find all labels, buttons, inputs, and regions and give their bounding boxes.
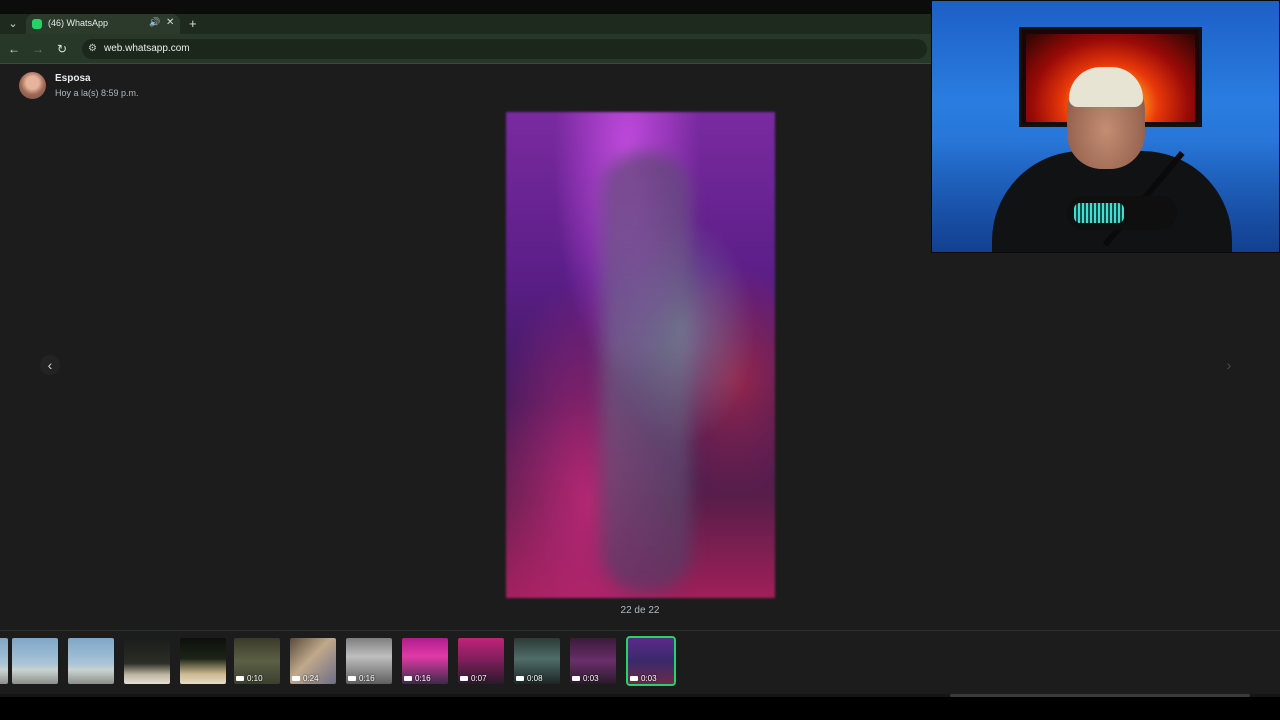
thumbnail[interactable]: 0:07 — [458, 638, 504, 684]
thumbnail-selected[interactable]: 0:03 — [626, 636, 676, 686]
thumbnail[interactable]: 0:08 — [514, 638, 560, 684]
site-info-icon[interactable]: ⚙ — [88, 43, 97, 54]
video-camera-icon — [404, 676, 412, 682]
video-duration: 0:03 — [572, 674, 599, 683]
video-duration: 0:08 — [516, 674, 543, 683]
thumbnail[interactable] — [12, 638, 58, 684]
thumbnail[interactable] — [180, 638, 226, 684]
tab-strip: ⌄ (46) WhatsApp 🔊 ✕ + — [0, 14, 931, 34]
video-duration-text: 0:03 — [583, 674, 599, 683]
thumbnail[interactable]: 0:10 — [234, 638, 280, 684]
horizontal-scrollbar[interactable] — [0, 694, 1280, 697]
whatsapp-favicon-icon — [32, 19, 42, 29]
video-duration-text: 0:16 — [415, 674, 431, 683]
video-camera-icon — [292, 676, 300, 682]
avatar[interactable] — [19, 72, 46, 99]
thumbnail[interactable]: 0:16 — [402, 638, 448, 684]
thumbnail[interactable] — [0, 638, 8, 684]
video-duration-text: 0:08 — [527, 674, 543, 683]
video-duration: 0:16 — [348, 674, 375, 683]
back-button[interactable]: ← — [6, 41, 22, 57]
video-duration: 0:07 — [460, 674, 487, 683]
video-duration: 0:10 — [236, 674, 263, 683]
media-counter: 22 de 22 — [620, 605, 660, 616]
video-camera-icon — [348, 676, 356, 682]
speaker-icon[interactable]: 🔊 — [149, 17, 160, 28]
video-duration-text: 0:07 — [471, 674, 487, 683]
page-bottom-bar — [0, 694, 1280, 720]
tab-whatsapp[interactable]: (46) WhatsApp 🔊 ✕ — [26, 14, 180, 34]
video-camera-icon — [516, 676, 524, 682]
thumbnail[interactable] — [124, 638, 170, 684]
video-duration: 0:03 — [630, 674, 657, 683]
thumbnail[interactable]: 0:24 — [290, 638, 336, 684]
video-camera-icon — [236, 676, 244, 682]
microphone-grille — [1074, 203, 1124, 223]
forward-button[interactable]: → — [30, 41, 46, 57]
url-text[interactable]: web.whatsapp.com — [104, 43, 190, 54]
new-tab-button[interactable]: + — [189, 16, 197, 31]
thumbnail[interactable]: 0:16 — [346, 638, 392, 684]
thumbnail[interactable]: 0:03 — [570, 638, 616, 684]
address-bar[interactable]: ⚙ web.whatsapp.com — [82, 39, 927, 59]
tab-title: (46) WhatsApp — [48, 18, 109, 28]
scrollbar-thumb[interactable] — [950, 694, 1250, 697]
video-duration: 0:16 — [404, 674, 431, 683]
video-duration-text: 0:10 — [247, 674, 263, 683]
video-duration: 0:24 — [292, 674, 319, 683]
video-duration-text: 0:16 — [359, 674, 375, 683]
media-subject — [601, 152, 691, 592]
previous-media-button[interactable]: ‹ — [40, 355, 60, 375]
next-media-button[interactable]: › — [1219, 355, 1239, 375]
video-camera-icon — [460, 676, 468, 682]
tab-search-icon[interactable]: ⌄ — [4, 16, 22, 32]
divider — [0, 630, 1280, 631]
reload-button[interactable]: ↻ — [54, 41, 70, 57]
video-duration-text: 0:24 — [303, 674, 319, 683]
sender-name[interactable]: Esposa — [55, 73, 91, 84]
tab-close-icon[interactable]: ✕ — [166, 17, 174, 28]
browser-toolbar: ← → ↻ ⚙ web.whatsapp.com — [0, 34, 931, 64]
video-duration-text: 0:03 — [641, 674, 657, 683]
video-camera-icon — [572, 676, 580, 682]
webcam-overlay — [931, 0, 1280, 253]
video-camera-icon — [630, 676, 638, 682]
sent-timestamp: Hoy a la(s) 8:59 p.m. — [55, 88, 139, 98]
thumbnail[interactable] — [68, 638, 114, 684]
media-preview[interactable] — [506, 112, 775, 598]
thumbnail-strip: 0:10 0:24 0:16 0:16 0:07 0:08 0:03 0:03 — [0, 636, 1280, 688]
